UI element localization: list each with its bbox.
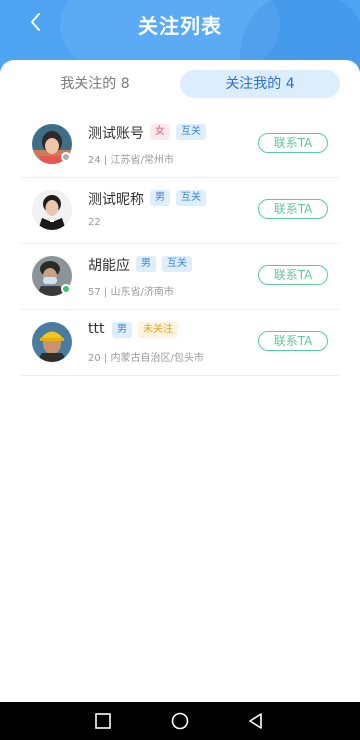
contact-button[interactable]: 联系TA — [258, 265, 328, 285]
tab-followers[interactable]: 关注我的 4 — [180, 70, 340, 98]
user-meta: 57 | 山东省/济南市 — [88, 287, 174, 298]
nav-back-button[interactable] — [246, 711, 266, 731]
contact-button[interactable]: 联系TA — [258, 331, 328, 351]
user-name: ttt — [88, 321, 105, 337]
circle-icon — [171, 712, 189, 730]
relation-tag: 互关 — [176, 190, 206, 206]
list-item[interactable]: 测试账号 女 互关 24 | 江苏省/常州市 联系TA — [20, 112, 340, 178]
square-icon — [95, 713, 111, 729]
contact-button[interactable]: 联系TA — [258, 199, 328, 219]
relation-tag: 未关注 — [138, 322, 178, 338]
list-item[interactable]: 测试昵称 男 互关 22 联系TA — [20, 178, 340, 244]
user-meta: 24 | 江苏省/常州市 — [88, 155, 174, 166]
page-title: 关注列表 — [138, 14, 222, 38]
system-nav-bar — [0, 702, 360, 740]
status-dot-offline — [61, 152, 71, 162]
list-item[interactable]: 胡能应 男 互关 57 | 山东省/济南市 联系TA — [20, 244, 340, 310]
gender-tag: 男 — [136, 256, 156, 272]
tag-group: 女 互关 — [150, 124, 206, 140]
avatar[interactable] — [32, 322, 72, 362]
gender-tag: 男 — [150, 190, 170, 206]
home-button[interactable] — [170, 711, 190, 731]
user-name: 测试昵称 — [88, 192, 144, 208]
tag-group: 男 互关 — [150, 190, 206, 206]
back-triangle-icon — [249, 713, 262, 729]
avatar[interactable] — [32, 190, 72, 230]
user-name: 胡能应 — [88, 258, 130, 274]
user-meta: 22 — [88, 217, 101, 228]
tag-group: 男 互关 — [136, 256, 192, 272]
status-dot-online — [61, 284, 71, 294]
contact-button[interactable]: 联系TA — [258, 133, 328, 153]
user-meta: 20 | 内蒙古自治区/包头市 — [88, 353, 204, 364]
tab-bar: 我关注的 8 关注我的 4 — [20, 70, 340, 98]
follow-list-card: 我关注的 8 关注我的 4 测试账号 女 互关 24 | 江苏省/常州市 联系T… — [0, 60, 360, 702]
relation-tag: 互关 — [176, 124, 206, 140]
recent-apps-button[interactable] — [93, 711, 113, 731]
relation-tag: 互关 — [162, 256, 192, 272]
tag-group: 男 未关注 — [112, 322, 178, 338]
tab-following[interactable]: 我关注的 8 — [20, 70, 170, 98]
user-name: 测试账号 — [88, 126, 144, 142]
gender-tag: 男 — [112, 322, 132, 338]
user-list: 测试账号 女 互关 24 | 江苏省/常州市 联系TA 测试昵称 男 互关 22… — [20, 112, 340, 376]
gender-tag: 女 — [150, 124, 170, 140]
list-item[interactable]: ttt 男 未关注 20 | 内蒙古自治区/包头市 联系TA — [20, 310, 340, 376]
